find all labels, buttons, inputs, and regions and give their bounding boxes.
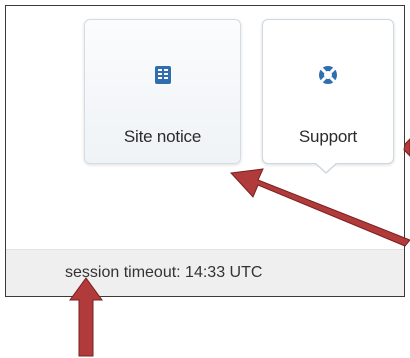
support-tooltip-pointer	[314, 162, 338, 174]
screenshot-stage: Site notice Support session timeout: 14:…	[0, 0, 410, 358]
toolbar-panel: Site notice Support session timeout: 14:…	[5, 5, 405, 297]
site-notice-button[interactable]: Site notice	[84, 19, 241, 164]
lifebuoy-icon	[319, 66, 337, 84]
support-label: Support	[298, 127, 358, 146]
status-bar: session timeout: 14:33 UTC	[6, 249, 404, 296]
session-timeout-text: session timeout: 14:33 UTC	[65, 264, 263, 281]
notice-board-icon	[154, 66, 171, 84]
support-button[interactable]: Support	[262, 19, 394, 164]
site-notice-label: Site notice	[123, 127, 202, 146]
